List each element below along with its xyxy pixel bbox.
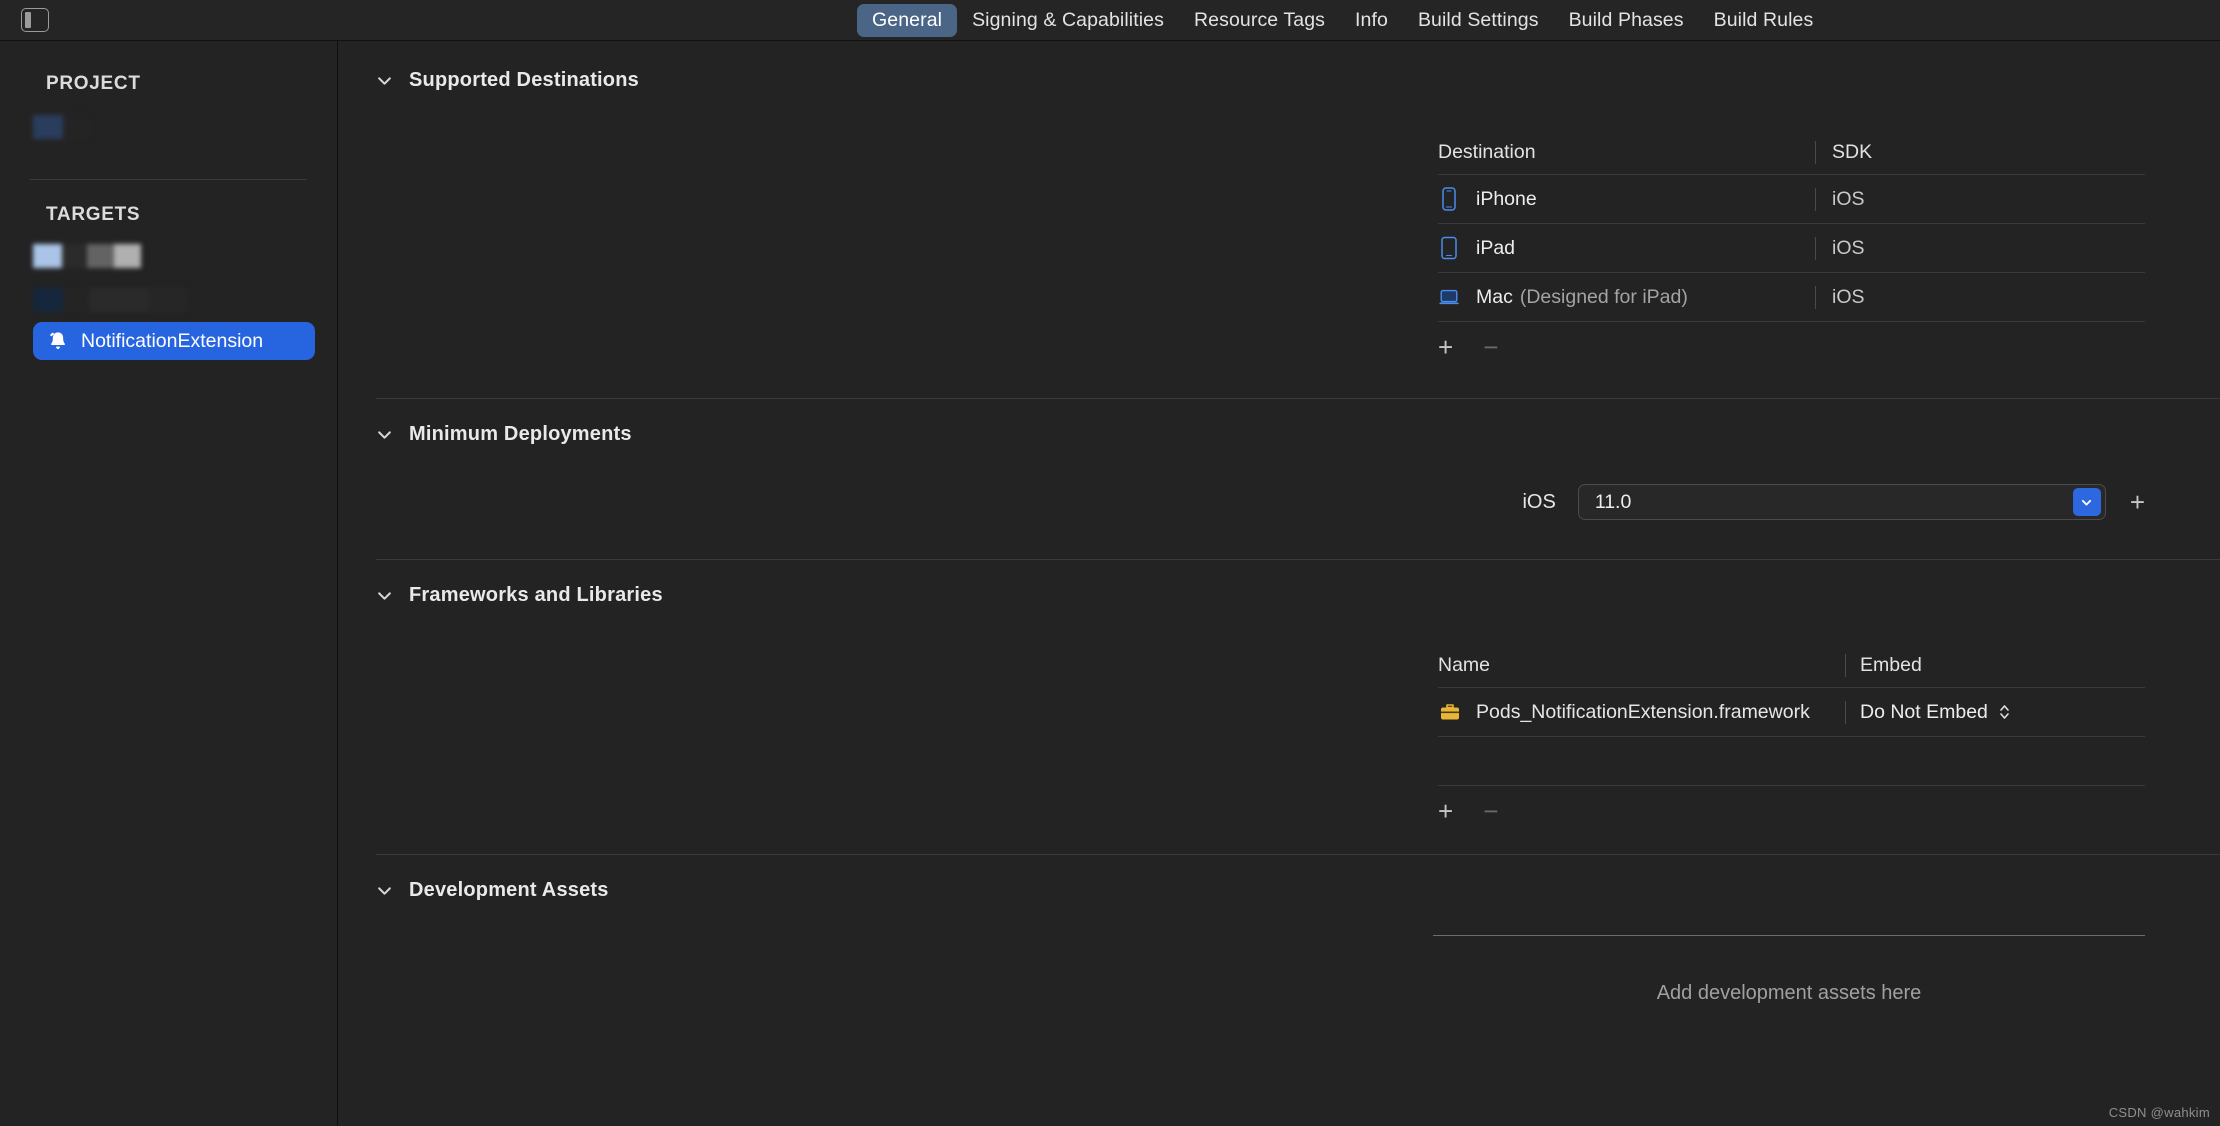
remove-destination-button[interactable]: −: [1483, 334, 1498, 360]
deployment-version-value: 11.0: [1594, 490, 1632, 513]
destination-cell: Mac (Designed for iPad): [1438, 284, 1815, 310]
table-row[interactable]: iPhone iOS: [1438, 174, 2145, 223]
chevron-down-icon[interactable]: [376, 882, 393, 899]
sdk-cell: iOS: [1815, 236, 2145, 260]
section-separator: [376, 854, 2220, 855]
section-frameworks-and-libraries: Frameworks and Libraries Name Embed Pods…: [338, 572, 2220, 855]
tab-build-rules[interactable]: Build Rules: [1699, 4, 1829, 37]
table-row[interactable]: Mac (Designed for iPad) iOS: [1438, 272, 2145, 322]
target-name-redacted: [33, 244, 141, 268]
destinations-table-controls: + −: [1438, 322, 2145, 360]
embed-value: Do Not Embed: [1860, 700, 1988, 723]
chevron-up-down-icon: [2000, 705, 2009, 719]
remove-framework-button[interactable]: −: [1483, 798, 1498, 824]
frameworks-empty-row: [1438, 736, 2145, 786]
project-section-heading: PROJECT: [46, 73, 141, 94]
mac-icon: [1439, 289, 1459, 305]
editor-body: PROJECT TARGETS NotificationExtension Su…: [0, 41, 2220, 1126]
framework-name-cell: Pods_NotificationExtension.framework: [1438, 701, 1845, 724]
section-header-frameworks-and-libraries[interactable]: Frameworks and Libraries: [338, 572, 2220, 618]
frameworks-table-controls: + −: [1438, 786, 2145, 824]
tab-build-settings[interactable]: Build Settings: [1403, 4, 1554, 37]
section-title: Supported Destinations: [409, 68, 639, 91]
project-name-redacted: [33, 115, 89, 139]
destination-name: Mac: [1476, 285, 1513, 308]
section-header-development-assets[interactable]: Development Assets: [338, 867, 2220, 913]
xcode-project-editor: General Signing & Capabilities Resource …: [0, 0, 2220, 1126]
tab-signing-capabilities[interactable]: Signing & Capabilities: [957, 4, 1179, 37]
sidebar-toggle-fill: [25, 12, 31, 28]
tab-info[interactable]: Info: [1340, 4, 1403, 37]
sidebar-divider: [30, 179, 307, 180]
project-navigator-sidebar: PROJECT TARGETS NotificationExtension: [0, 41, 338, 1126]
bell-icon: [50, 332, 66, 350]
frameworks-table-header: Name Embed: [1438, 654, 2145, 687]
tab-general[interactable]: General: [857, 3, 958, 37]
target-list-item[interactable]: [0, 278, 337, 322]
embed-cell[interactable]: Do Not Embed: [1845, 700, 2145, 724]
sdk-cell: iOS: [1815, 187, 2145, 211]
destinations-table: Destination SDK iPhone iOS iPad iOS Mac …: [1438, 141, 2145, 360]
section-separator: [376, 398, 2220, 399]
ipad-icon: [1441, 236, 1457, 260]
destination-cell: iPad: [1438, 235, 1815, 261]
tab-build-phases[interactable]: Build Phases: [1554, 4, 1699, 37]
target-name-redacted: [33, 288, 187, 312]
editor-tab-bar: General Signing & Capabilities Resource …: [857, 0, 1828, 40]
section-title: Development Assets: [409, 878, 609, 901]
table-row[interactable]: iPad iOS: [1438, 223, 2145, 272]
column-header-embed: Embed: [1845, 654, 2145, 677]
deployment-version-combobox[interactable]: 11.0: [1577, 484, 2106, 520]
framework-icon: [1441, 704, 1459, 720]
sidebar-item-label: NotificationExtension: [81, 329, 264, 352]
development-assets-dropzone[interactable]: Add development assets here: [1433, 935, 2145, 1005]
general-settings-pane: Supported Destinations Destination SDK i…: [338, 41, 2220, 1126]
watermark: CSDN @wahkim: [2108, 1105, 2210, 1120]
deployment-target-row: iOS 11.0 +: [338, 479, 2220, 525]
target-list-item[interactable]: [0, 234, 337, 278]
column-header-destination: Destination: [1438, 141, 1536, 163]
table-row[interactable]: Pods_NotificationExtension.framework Do …: [1438, 687, 2145, 736]
iphone-icon: [1442, 187, 1456, 211]
targets-section-heading: TARGETS: [46, 204, 141, 225]
destination-name: iPhone: [1476, 187, 1537, 210]
destination-note: (Designed for iPad): [1519, 285, 1688, 308]
frameworks-table: Name Embed Pods_NotificationExtension.fr…: [1438, 654, 2145, 824]
add-deployment-button[interactable]: +: [2130, 487, 2145, 518]
deployment-platform-label: iOS: [1522, 490, 1556, 513]
framework-name: Pods_NotificationExtension.framework: [1476, 700, 1810, 723]
destination-name: iPad: [1476, 236, 1516, 259]
destination-cell: iPhone: [1438, 186, 1815, 212]
toolbar: General Signing & Capabilities Resource …: [0, 0, 2220, 41]
section-title: Frameworks and Libraries: [409, 583, 663, 606]
chevron-down-icon[interactable]: [376, 72, 393, 89]
destinations-table-header: Destination SDK: [1438, 141, 2145, 174]
section-separator: [376, 559, 2220, 560]
section-supported-destinations: Supported Destinations Destination SDK i…: [338, 57, 2220, 399]
section-header-supported-destinations[interactable]: Supported Destinations: [338, 57, 2220, 103]
column-header-name: Name: [1438, 654, 1491, 676]
chevron-down-icon: [2082, 499, 2092, 505]
column-header-sdk: SDK: [1815, 141, 2145, 164]
sidebar-toggle-icon[interactable]: [21, 8, 49, 32]
tab-resource-tags[interactable]: Resource Tags: [1179, 4, 1340, 37]
add-destination-button[interactable]: +: [1438, 334, 1453, 360]
section-header-minimum-deployments[interactable]: Minimum Deployments: [338, 411, 2220, 457]
section-minimum-deployments: Minimum Deployments iOS 11.0 +: [338, 411, 2220, 560]
add-framework-button[interactable]: +: [1438, 798, 1453, 824]
section-development-assets: Development Assets Add development asset…: [338, 867, 2220, 1005]
section-title: Minimum Deployments: [409, 422, 632, 445]
chevron-down-icon[interactable]: [376, 426, 393, 443]
chevron-down-icon[interactable]: [376, 587, 393, 604]
project-list-item[interactable]: [0, 105, 337, 149]
sdk-cell: iOS: [1815, 285, 2145, 309]
sidebar-item-notificationextension[interactable]: NotificationExtension: [33, 322, 315, 360]
deployment-version-dropdown-button[interactable]: [2072, 488, 2101, 516]
